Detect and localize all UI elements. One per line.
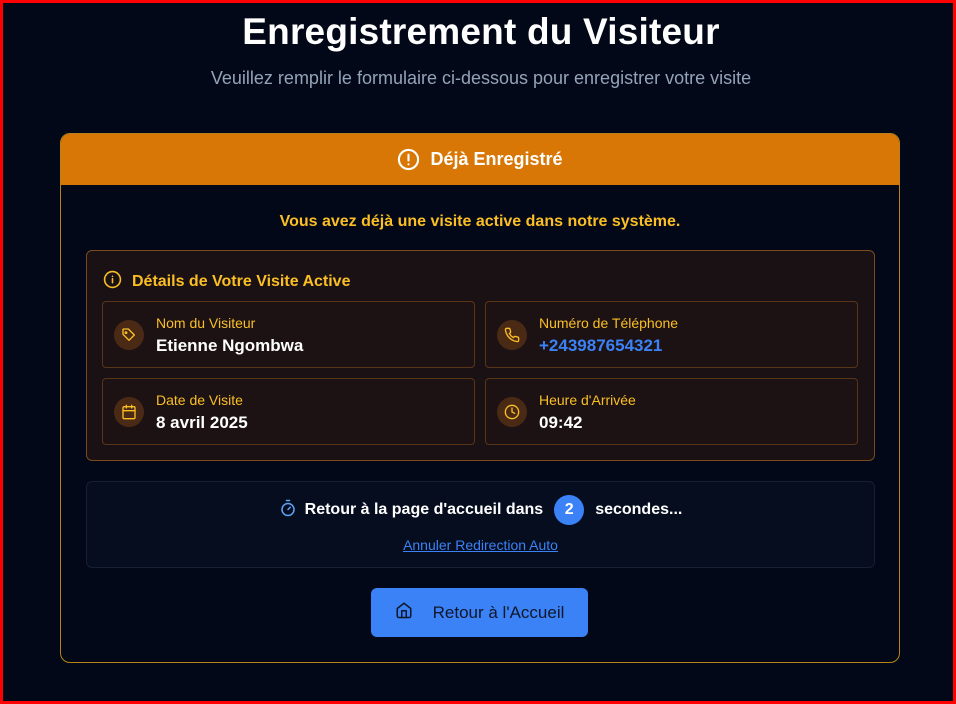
already-registered-card: Déjà Enregistré Vous avez déjà une visit…: [60, 133, 900, 663]
timer-icon: [279, 499, 297, 522]
phone-icon: [497, 320, 527, 350]
details-title-text: Détails de Votre Visite Active: [132, 273, 351, 290]
page-title: Enregistrement du Visiteur: [242, 11, 720, 52]
active-visit-details: Détails de Votre Visite Active Nom du Vi…: [86, 250, 875, 461]
countdown-badge: 2: [554, 495, 585, 525]
visit-date-label: Date de Visite: [156, 392, 243, 408]
visitor-name-tile: Nom du Visiteur Etienne Ngombwa: [102, 301, 475, 368]
clock-icon: [497, 397, 527, 427]
tag-icon: [114, 320, 144, 350]
arrival-time-value: 09:42: [539, 413, 583, 432]
phone-number-tile: Numéro de Téléphone +243987654321: [485, 301, 858, 368]
info-icon: [103, 270, 122, 294]
app-window: Enregistrement du Visiteur Veuillez remp…: [0, 0, 956, 704]
page-subtitle: Veuillez remplir le formulaire ci-dessou…: [210, 68, 752, 88]
redirect-text-before: Retour à la page d'accueil dans: [304, 501, 544, 518]
arrival-time-tile: Heure d'Arrivée 09:42: [485, 378, 858, 445]
phone-number-label: Numéro de Téléphone: [539, 315, 679, 331]
visitor-name-value: Etienne Ngombwa: [156, 336, 304, 355]
back-to-home-label: Retour à l'Accueil: [432, 602, 565, 622]
visit-date-value: 8 avril 2025: [156, 413, 248, 432]
visit-date-tile: Date de Visite 8 avril 2025: [102, 378, 475, 445]
cancel-redirect-link[interactable]: Annuler Redirection Auto: [403, 537, 558, 553]
details-title: Détails de Votre Visite Active: [103, 270, 350, 294]
arrival-time-label: Heure d'Arrivée: [539, 392, 636, 408]
auto-redirect-box: Retour à la page d'accueil dans 2 second…: [86, 481, 875, 568]
alert-circle-icon: [397, 148, 420, 171]
redirect-text-after: secondes...: [595, 501, 683, 518]
card-header-title: Déjà Enregistré: [430, 149, 563, 169]
phone-number-value[interactable]: +243987654321: [539, 336, 662, 356]
home-icon: [395, 601, 413, 624]
visitor-name-label: Nom du Visiteur: [156, 315, 256, 331]
back-to-home-button[interactable]: Retour à l'Accueil: [371, 588, 588, 637]
calendar-icon: [114, 397, 144, 427]
active-visit-message: Vous avez déjà une visite active dans no…: [279, 213, 681, 230]
redirect-countdown-line: Retour à la page d'accueil dans 2 second…: [87, 495, 874, 525]
card-header: Déjà Enregistré: [61, 134, 899, 185]
